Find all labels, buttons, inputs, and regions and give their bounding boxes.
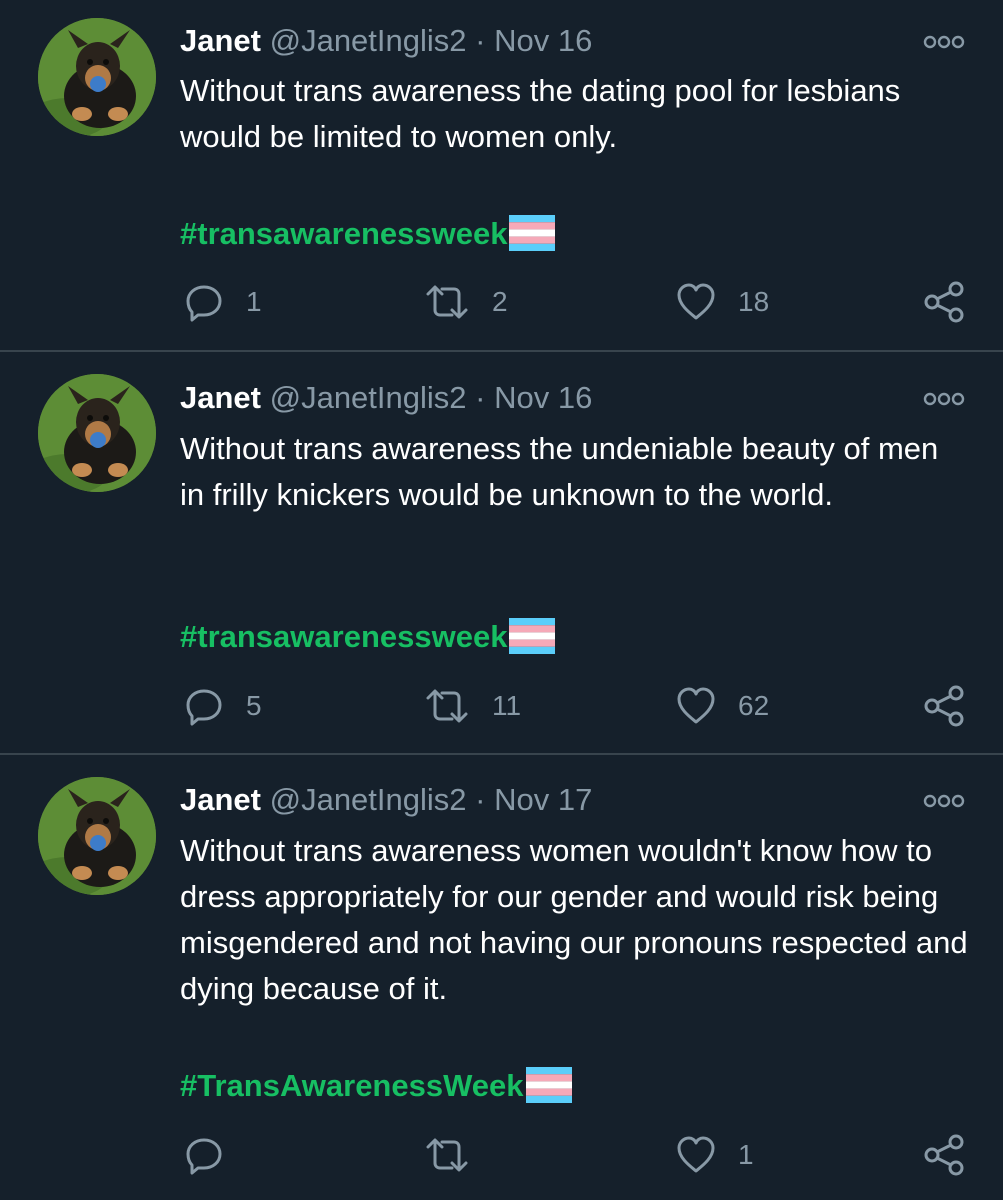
- avatar[interactable]: [38, 777, 156, 895]
- hashtag-line: #transawarenessweek: [180, 211, 556, 257]
- retweet-count: 2: [492, 286, 508, 317]
- display-name[interactable]: Janet: [180, 380, 261, 415]
- like-count: 1: [738, 1139, 754, 1170]
- tweet-header: Janet @JanetInglis2 · Nov 17: [180, 780, 592, 820]
- reply-button[interactable]: 5: [184, 684, 262, 728]
- dog-avatar-image: [38, 18, 156, 136]
- transgender-flag-emoji: [509, 618, 556, 654]
- username-handle[interactable]: @JanetInglis2: [270, 23, 467, 58]
- tweet-date[interactable]: Nov 16: [494, 380, 592, 415]
- hashtag-line: #transawarenessweek: [180, 614, 556, 660]
- heart-icon: [677, 1136, 715, 1173]
- tweet-actions: 5 11 62: [0, 684, 1003, 728]
- tweet-date[interactable]: Nov 17: [494, 782, 592, 817]
- tweet-header: Janet @JanetInglis2 · Nov 16: [180, 378, 592, 418]
- tweet-date[interactable]: Nov 16: [494, 23, 592, 58]
- share-icon: [924, 685, 964, 727]
- like-count: 18: [738, 286, 770, 317]
- username-handle[interactable]: @JanetInglis2: [270, 380, 467, 415]
- display-name[interactable]: Janet: [180, 23, 261, 58]
- tweet-actions: 1: [0, 1133, 1003, 1177]
- hashtag-line: #TransAwarenessWeek: [180, 1063, 572, 1109]
- tweet-feed: Janet @JanetInglis2 · Nov 16 Without tra…: [0, 0, 1003, 1200]
- retweet-count: 11: [492, 690, 522, 721]
- hashtag-link[interactable]: #transawarenessweek: [180, 619, 507, 654]
- username-handle[interactable]: @JanetInglis2: [270, 782, 467, 817]
- tweet-text: Without trans awareness the undeniable b…: [180, 431, 939, 512]
- share-icon: [924, 1134, 964, 1176]
- dog-avatar-image: [38, 374, 156, 492]
- tweet-text: Without trans awareness the dating pool …: [180, 73, 901, 154]
- reply-icon: [186, 1138, 222, 1175]
- hashtag-link[interactable]: #TransAwarenessWeek: [180, 1068, 524, 1103]
- heart-icon: [677, 283, 715, 320]
- avatar[interactable]: [38, 374, 156, 492]
- share-icon: [924, 281, 964, 323]
- like-button[interactable]: 62: [676, 684, 769, 728]
- separator-dot: ·: [475, 782, 486, 817]
- retweet-icon: [426, 689, 468, 723]
- tweet-text: Without trans awareness women wouldn't k…: [180, 833, 968, 1006]
- avatar[interactable]: [38, 18, 156, 136]
- reply-button[interactable]: 1: [184, 280, 262, 324]
- like-count: 62: [738, 690, 770, 721]
- retweet-icon: [426, 1138, 468, 1172]
- transgender-flag-emoji: [509, 215, 556, 251]
- like-button[interactable]: 18: [676, 280, 769, 324]
- reply-icon: [186, 285, 222, 322]
- tweet[interactable]: Janet @JanetInglis2 · Nov 17 Without tra…: [0, 755, 1003, 1200]
- display-name[interactable]: Janet: [180, 782, 261, 817]
- reply-button[interactable]: [184, 1133, 246, 1177]
- tweet[interactable]: Janet @JanetInglis2 · Nov 16 Without tra…: [0, 0, 1003, 352]
- separator-dot: ·: [475, 380, 486, 415]
- dog-avatar-image: [38, 777, 156, 895]
- share-button[interactable]: [922, 1133, 966, 1177]
- separator-dot: ·: [475, 23, 486, 58]
- retweet-icon: [426, 285, 468, 319]
- reply-count: 1: [246, 286, 262, 317]
- reply-icon: [186, 689, 222, 726]
- retweet-button[interactable]: 2: [424, 280, 508, 324]
- tweet-header: Janet @JanetInglis2 · Nov 16: [180, 21, 592, 61]
- reply-count: 5: [246, 690, 262, 721]
- more-options-icon[interactable]: [922, 32, 966, 52]
- share-button[interactable]: [922, 280, 966, 324]
- retweet-button[interactable]: 11: [424, 684, 521, 728]
- retweet-button[interactable]: [424, 1133, 492, 1177]
- tweet[interactable]: Janet @JanetInglis2 · Nov 16 Without tra…: [0, 352, 1003, 754]
- hashtag-link[interactable]: #transawarenessweek: [180, 216, 507, 251]
- more-options-icon[interactable]: [922, 389, 966, 409]
- share-button[interactable]: [922, 684, 966, 728]
- like-button[interactable]: 1: [676, 1133, 754, 1177]
- tweet-actions: 1 2 18: [0, 280, 1003, 324]
- transgender-flag-emoji: [525, 1067, 572, 1103]
- heart-icon: [677, 687, 715, 724]
- more-options-icon[interactable]: [922, 791, 966, 811]
